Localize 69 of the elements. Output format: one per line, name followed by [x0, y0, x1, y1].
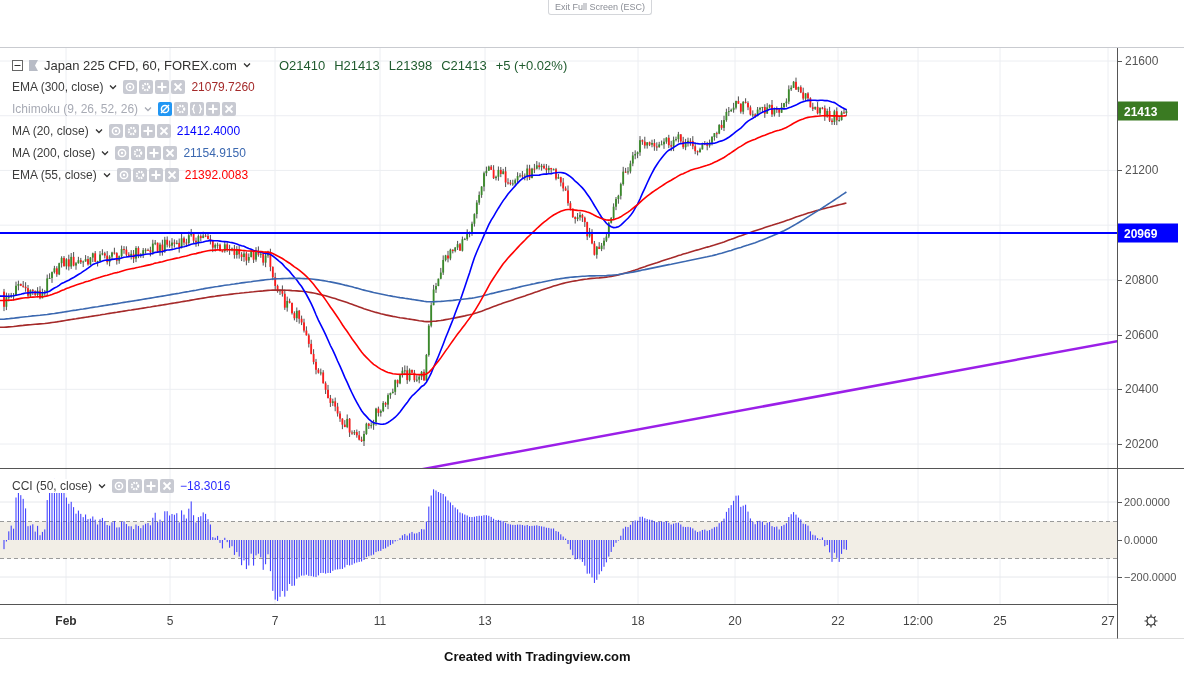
horizontal-line[interactable]	[0, 232, 1117, 234]
symbol-label[interactable]: Japan 225 CFD, 60, FOREX.com	[44, 57, 237, 73]
time-axis-label: 13	[478, 614, 492, 628]
ohlc-value: O21410	[278, 57, 326, 73]
cci-axis-label: −200.0000	[1124, 571, 1177, 583]
eye-icon[interactable]	[123, 80, 138, 94]
caret-icon[interactable]	[98, 483, 107, 489]
plus-icon[interactable]	[144, 479, 159, 493]
plus-icon[interactable]	[148, 168, 163, 182]
hidden-eye-icon[interactable]	[158, 102, 173, 116]
price-axis-label: 20800	[1125, 272, 1159, 287]
collapse-icon[interactable]	[12, 59, 23, 71]
indicator-value: 21079.7260	[191, 80, 255, 94]
indicator-value: −18.3016	[180, 479, 231, 493]
price-tag: 20969	[1118, 223, 1178, 243]
price-axis-label: 20400	[1125, 382, 1159, 397]
eye-icon[interactable]	[116, 168, 131, 182]
time-axis-label: 12:00	[903, 614, 933, 628]
price-tag: 21413	[1118, 101, 1178, 121]
indicator-value: 21392.0083	[184, 168, 249, 182]
price-axis-label: 20200	[1125, 437, 1159, 452]
time-axis-label: 22	[831, 614, 845, 628]
price-axis-label: 21600	[1125, 54, 1159, 68]
indicator-label[interactable]: EMA (300, close)	[12, 80, 104, 94]
time-axis-label: 25	[993, 614, 1007, 628]
eye-icon[interactable]	[108, 124, 123, 138]
close-icon[interactable]	[156, 124, 171, 138]
plus-icon[interactable]	[206, 102, 221, 116]
plus-icon[interactable]	[140, 124, 155, 138]
indicator-label[interactable]: MA (20, close)	[12, 124, 89, 138]
exit-fullscreen-button[interactable]: Exit Full Screen (ESC)	[548, 0, 653, 15]
indicator-value: 21154.9150	[183, 146, 246, 160]
cci-axis-label: 200.0000	[1124, 496, 1170, 508]
indicator-label[interactable]: EMA (55, close)	[12, 168, 97, 182]
indicator-label[interactable]: CCI (50, close)	[12, 479, 93, 493]
close-icon[interactable]	[163, 146, 178, 160]
settings-icon[interactable]	[1144, 614, 1158, 628]
indicator-value: 21412.4000	[176, 124, 241, 138]
plus-icon[interactable]	[147, 146, 162, 160]
time-axis-label: 27	[1101, 614, 1115, 628]
caption: Created with Tradingview.com	[444, 649, 631, 664]
ohlc-value: +5 (+0.02%)	[495, 57, 568, 73]
close-icon[interactable]	[164, 168, 179, 182]
caret-icon[interactable]	[94, 128, 103, 134]
time-axis-label: Feb	[55, 614, 77, 628]
time-axis-label: 7	[271, 614, 279, 628]
cci-axis-label: 0.0000	[1124, 533, 1158, 546]
caret-icon[interactable]	[109, 84, 118, 90]
caret-icon[interactable]	[242, 62, 251, 68]
caret-icon[interactable]	[101, 150, 110, 156]
time-axis-label: 20	[728, 614, 742, 628]
ohlc-value: C21413	[441, 57, 487, 73]
close-icon[interactable]	[222, 102, 237, 116]
ohlc-value: H21413	[334, 57, 380, 73]
eye-icon[interactable]	[112, 479, 127, 493]
price-axis-label: 21200	[1125, 163, 1159, 178]
ohlc-value: L21398	[388, 57, 433, 73]
price-axis-label: 20600	[1125, 327, 1159, 342]
plus-icon[interactable]	[155, 80, 170, 94]
flag-icon[interactable]	[29, 59, 38, 71]
caret-icon[interactable]	[102, 172, 111, 178]
braces-icon[interactable]	[190, 102, 205, 116]
close-icon[interactable]	[171, 80, 186, 94]
time-axis-label: 18	[631, 614, 645, 628]
eye-icon[interactable]	[115, 146, 130, 160]
time-axis-label: 11	[373, 614, 387, 628]
indicator-label[interactable]: MA (200, close)	[12, 146, 96, 160]
close-icon[interactable]	[160, 479, 175, 493]
time-axis-label: 5	[166, 614, 174, 628]
